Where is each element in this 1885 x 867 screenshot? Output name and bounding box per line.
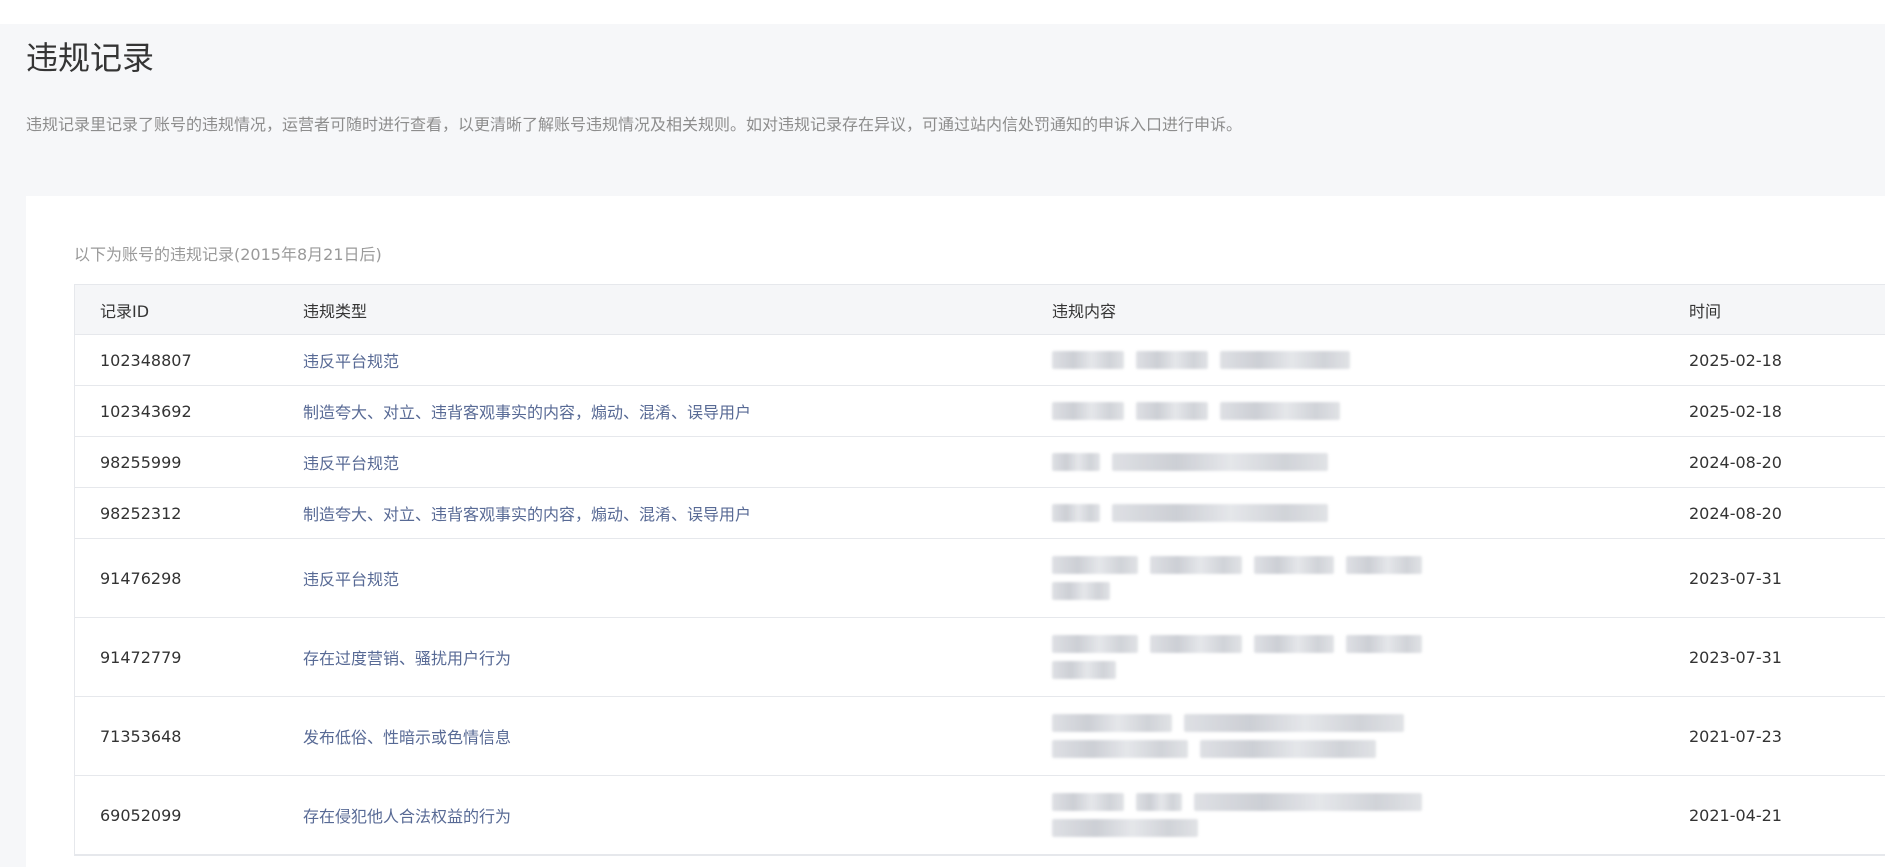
violation-content-redacted	[1048, 335, 1682, 385]
violation-content-redacted	[1048, 437, 1682, 487]
record-id: 91476298	[100, 568, 182, 588]
violation-type-link[interactable]: 制造夸大、对立、违背客观事实的内容，煽动、混淆、误导用户	[303, 399, 751, 423]
record-id: 91472779	[100, 647, 182, 667]
table-header: 记录ID 违规类型 违规内容 时间	[75, 285, 1885, 335]
record-id: 98252312	[100, 503, 182, 523]
violation-type-link[interactable]: 违反平台规范	[303, 450, 399, 474]
header-violation-content: 违规内容	[1052, 301, 1117, 321]
table-row: 102343692 制造夸大、对立、违背客观事实的内容，煽动、混淆、误导用户 2…	[75, 386, 1885, 437]
record-id: 71353648	[100, 726, 182, 746]
table-row: 91476298 违反平台规范 2023-07-31	[75, 539, 1885, 618]
violation-content-redacted	[1048, 488, 1682, 538]
violation-type-link[interactable]: 违反平台规范	[303, 348, 399, 372]
violation-type-link[interactable]: 存在过度营销、骚扰用户行为	[303, 645, 511, 669]
record-time: 2024-08-20	[1689, 452, 1782, 472]
violation-type-link[interactable]: 制造夸大、对立、违背客观事实的内容，煽动、混淆、误导用户	[303, 501, 751, 525]
record-id: 69052099	[100, 805, 182, 825]
violation-content-redacted	[1048, 618, 1682, 696]
page-description: 违规记录里记录了账号的违规情况，运营者可随时进行查看，以更清晰了解账号违规情况及…	[26, 115, 1243, 134]
page-title: 违规记录	[26, 39, 155, 77]
violation-records-card: 以下为账号的违规记录(2015年8月21日后) 记录ID 违规类型 违规内容 时…	[26, 196, 1885, 867]
record-time: 2024-08-20	[1689, 503, 1782, 523]
record-time: 2021-04-21	[1689, 805, 1782, 825]
table-row: 102348807 违反平台规范 2025-02-18	[75, 335, 1885, 386]
record-id: 102348807	[100, 350, 192, 370]
violation-content-redacted	[1048, 776, 1682, 854]
table-row: 91472779 存在过度营销、骚扰用户行为 2023-07-31	[75, 618, 1885, 697]
record-time: 2023-07-31	[1689, 568, 1782, 588]
table-row: 98255999 违反平台规范 2024-08-20	[75, 437, 1885, 488]
table-row: 69052099 存在侵犯他人合法权益的行为 2021-04-21	[75, 776, 1885, 855]
records-caption: 以下为账号的违规记录(2015年8月21日后)	[74, 245, 382, 264]
record-time: 2025-02-18	[1689, 350, 1782, 370]
record-time: 2023-07-31	[1689, 647, 1782, 667]
header-record-id: 记录ID	[100, 301, 150, 321]
record-id: 98255999	[100, 452, 182, 472]
violation-type-link[interactable]: 违反平台规范	[303, 566, 399, 590]
record-id: 102343692	[100, 401, 192, 421]
violation-content-redacted	[1048, 539, 1682, 617]
violation-content-redacted	[1048, 697, 1682, 775]
header-violation-type: 违规类型	[303, 301, 368, 321]
header-time: 时间	[1689, 301, 1722, 321]
table-row: 71353648 发布低俗、性暗示或色情信息 2021-07-23	[75, 697, 1885, 776]
record-time: 2025-02-18	[1689, 401, 1782, 421]
violation-table: 记录ID 违规类型 违规内容 时间 102348807 违反平台规范 2025-…	[74, 284, 1885, 856]
violation-type-link[interactable]: 存在侵犯他人合法权益的行为	[303, 803, 511, 827]
table-row: 98252312 制造夸大、对立、违背客观事实的内容，煽动、混淆、误导用户 20…	[75, 488, 1885, 539]
record-time: 2021-07-23	[1689, 726, 1782, 746]
violation-type-link[interactable]: 发布低俗、性暗示或色情信息	[303, 724, 511, 748]
violation-content-redacted	[1048, 386, 1682, 436]
